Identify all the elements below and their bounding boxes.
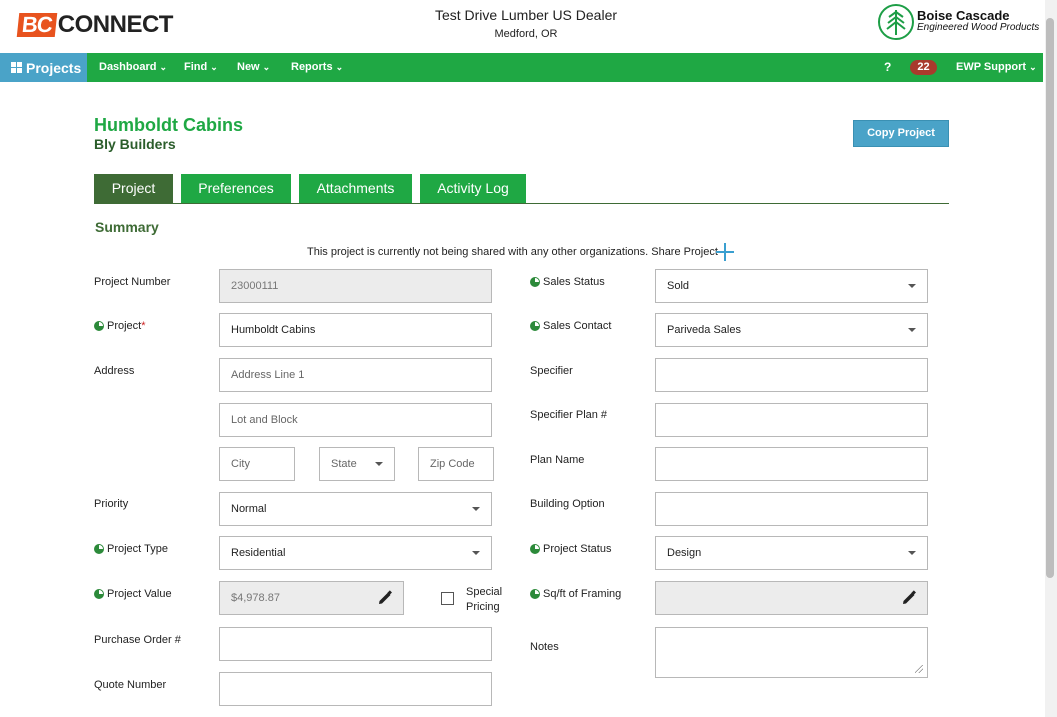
nav-find[interactable]: Find ⌄ — [184, 53, 218, 82]
caret-down-icon — [472, 507, 480, 511]
caret-down-icon — [472, 551, 480, 555]
edit-pencil-icon[interactable] — [901, 590, 917, 606]
edit-pencil-icon[interactable] — [377, 590, 393, 606]
pie-chart-icon — [530, 544, 540, 554]
tab-preferences[interactable]: Preferences — [181, 174, 291, 203]
quote-number-input[interactable] — [219, 672, 492, 706]
brand-name: Boise Cascade — [917, 8, 1010, 23]
purchase-order-label: Purchase Order # — [94, 634, 181, 646]
plan-name-label: Plan Name — [530, 454, 585, 466]
chevron-down-icon: ⌄ — [159, 62, 168, 72]
copy-project-button[interactable]: Copy Project — [853, 120, 949, 147]
quote-number-label: Quote Number — [94, 679, 167, 691]
chevron-down-icon: ⌄ — [210, 62, 218, 72]
project-status-select[interactable]: Design — [655, 536, 928, 570]
project-type-label: Project Type — [94, 543, 168, 555]
project-name-input[interactable]: Humboldt Cabins — [219, 313, 492, 347]
caret-down-icon — [908, 551, 916, 555]
pie-chart-icon — [94, 544, 104, 554]
state-select[interactable]: State — [319, 447, 395, 481]
caret-down-icon — [375, 462, 383, 466]
project-value-label: Project Value — [94, 588, 172, 600]
caret-down-icon — [908, 328, 916, 332]
pie-chart-icon — [94, 321, 104, 331]
pie-chart-icon — [94, 589, 104, 599]
specifier-input[interactable] — [655, 358, 928, 392]
tab-project[interactable]: Project — [94, 174, 173, 203]
project-status-label: Project Status — [530, 543, 611, 555]
chevron-down-icon: ⌄ — [1029, 62, 1037, 72]
priority-label: Priority — [94, 498, 129, 510]
project-label: Project * — [94, 320, 146, 332]
sales-status-select[interactable]: Sold — [655, 269, 928, 303]
project-number-label: Project Number — [94, 276, 171, 288]
project-value-field: $4,978.87 — [219, 581, 404, 615]
chevron-down-icon: ⌄ — [262, 62, 271, 72]
top-header: BC CONNECT Test Drive Lumber US Dealer M… — [0, 0, 1045, 53]
building-option-label: Building Option — [530, 498, 605, 510]
pie-chart-icon — [530, 277, 540, 287]
specifier-label: Specifier — [530, 365, 573, 377]
nav-user-menu[interactable]: EWP Support ⌄ — [956, 53, 1037, 82]
lot-block-input[interactable]: Lot and Block — [219, 403, 492, 437]
sqft-framing-label: Sq/ft of Framing — [530, 588, 621, 600]
project-client: Bly Builders — [94, 136, 176, 152]
tab-divider — [94, 203, 949, 204]
caret-down-icon — [908, 284, 916, 288]
nav-new[interactable]: New ⌄ — [237, 53, 270, 82]
summary-heading: Summary — [95, 219, 159, 235]
required-marker: * — [141, 320, 146, 332]
main-nav: Projects Dashboard ⌄ Find ⌄ New ⌄ Reports ⌄ … — [0, 53, 1043, 82]
project-number-field: 23000111 — [219, 269, 492, 303]
address-line1-input[interactable]: Address Line 1 — [219, 358, 492, 392]
notes-label: Notes — [530, 641, 559, 653]
nav-dashboard[interactable]: Dashboard ⌄ — [99, 53, 167, 82]
help-button[interactable]: ? — [884, 53, 891, 82]
nav-projects-label: Projects — [26, 59, 82, 76]
nav-find-label: Find — [184, 61, 208, 73]
resize-handle-icon[interactable] — [915, 665, 923, 673]
boise-cascade-logo: Boise Cascade Engineered Wood Products — [878, 4, 1039, 40]
sqft-framing-field — [655, 581, 928, 615]
share-status-text: This project is currently not being shar… — [307, 246, 718, 258]
nav-reports-label: Reports — [291, 61, 333, 73]
tab-attachments[interactable]: Attachments — [299, 174, 412, 203]
project-title: Humboldt Cabins — [94, 115, 243, 135]
brand-subtitle: Engineered Wood Products — [917, 22, 1040, 33]
grid-icon — [11, 62, 22, 73]
address-label: Address — [94, 365, 135, 377]
pie-chart-icon — [530, 321, 540, 331]
nav-reports[interactable]: Reports ⌄ — [291, 53, 343, 82]
priority-select[interactable]: Normal — [219, 492, 492, 526]
sales-status-label: Sales Status — [530, 276, 605, 288]
sales-contact-label: Sales Contact — [530, 320, 611, 332]
sales-contact-select[interactable]: Pariveda Sales — [655, 313, 928, 347]
city-input[interactable]: City — [219, 447, 295, 481]
plan-name-input[interactable] — [655, 447, 928, 481]
special-pricing-checkbox[interactable] — [441, 592, 454, 605]
nav-new-label: New — [237, 61, 260, 73]
building-option-input[interactable] — [655, 492, 928, 526]
share-project-plus-icon[interactable] — [716, 243, 734, 261]
specifier-plan-input[interactable] — [655, 403, 928, 437]
nav-user-label: EWP Support — [956, 61, 1027, 73]
nav-dashboard-label: Dashboard — [99, 61, 157, 73]
nav-projects[interactable]: Projects — [0, 53, 87, 82]
chevron-down-icon: ⌄ — [335, 62, 344, 72]
purchase-order-input[interactable] — [219, 627, 492, 661]
special-pricing-label: Special Pricing — [466, 586, 503, 613]
zip-code-input[interactable]: Zip Code — [418, 447, 494, 481]
project-type-select[interactable]: Residential — [219, 536, 492, 570]
notes-textarea[interactable] — [655, 627, 928, 678]
scrollbar-thumb[interactable] — [1046, 18, 1054, 578]
specifier-plan-label: Specifier Plan # — [530, 409, 608, 421]
tree-icon — [878, 4, 914, 40]
notification-badge[interactable]: 22 — [910, 60, 937, 75]
tab-activity-log[interactable]: Activity Log — [420, 174, 526, 203]
pie-chart-icon — [530, 589, 540, 599]
